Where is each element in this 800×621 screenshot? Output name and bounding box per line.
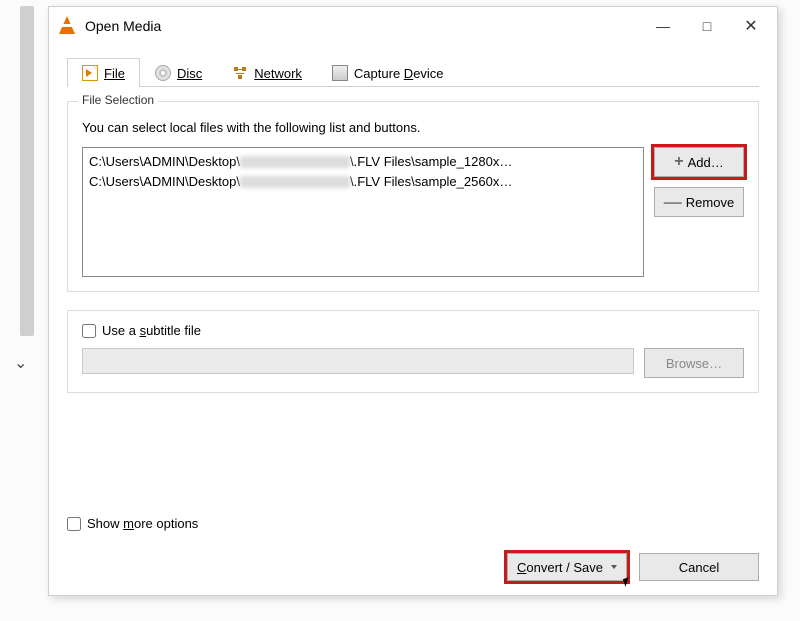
file-listbox[interactable]: C:\Users\ADMIN\Desktop\\.FLV Files\sampl… [82,147,644,277]
tab-network[interactable]: Network [217,58,317,87]
add-button-label: Add… [688,155,724,170]
show-more-options-input[interactable] [67,517,81,531]
window-title: Open Media [85,18,641,34]
tab-disc[interactable]: Disc [140,58,217,87]
titlebar: Open Media — □ ✕ [49,7,777,45]
file-selection-group: File Selection You can select local file… [67,101,759,292]
show-more-options-checkbox[interactable]: Show more options [67,516,759,531]
disc-icon [155,65,171,81]
use-subtitle-input[interactable] [82,324,96,338]
tab-capture-device[interactable]: Capture Device [317,58,459,87]
minus-icon: — [664,193,682,211]
maximize-button[interactable]: □ [685,11,729,41]
tab-network-label: Network [254,66,302,81]
network-icon [232,65,248,81]
browse-button: Browse… [644,348,744,378]
close-button[interactable]: ✕ [729,11,773,41]
browse-button-label: Browse… [666,356,722,371]
open-media-dialog: Open Media — □ ✕ File Disc Network [48,6,778,596]
dropdown-arrow-icon [611,565,617,569]
page-scrollbar[interactable] [20,6,34,336]
file-icon [82,65,98,81]
capture-icon [332,65,348,81]
file-selection-hint: You can select local files with the foll… [82,120,744,135]
tabstrip: File Disc Network Capture Device [67,57,759,87]
list-item[interactable]: C:\Users\ADMIN\Desktop\\.FLV Files\sampl… [89,172,637,192]
cursor-icon [623,577,631,587]
file-selection-legend: File Selection [78,93,158,107]
list-item[interactable]: C:\Users\ADMIN\Desktop\\.FLV Files\sampl… [89,152,637,172]
cancel-button-label: Cancel [679,560,719,575]
redacted-text [240,156,350,168]
remove-button-label: Remove [686,195,734,210]
convert-save-button[interactable]: Convert / Save [507,553,627,581]
use-subtitle-checkbox[interactable]: Use a subtitle file [82,323,744,338]
tab-file[interactable]: File [67,58,140,87]
vlc-cone-icon [57,16,77,36]
chevron-down-icon: ⌄ [14,353,27,373]
minimize-button[interactable]: — [641,11,685,41]
remove-button[interactable]: — Remove [654,187,744,217]
redacted-text [240,176,350,188]
cancel-button[interactable]: Cancel [639,553,759,581]
add-button[interactable]: + Add… [654,147,744,177]
plus-icon: + [674,154,683,170]
subtitle-group: Use a subtitle file Browse… [67,310,759,393]
subtitle-path-input [82,348,634,374]
tab-file-label: File [104,66,125,81]
tab-disc-label: Disc [177,66,202,81]
